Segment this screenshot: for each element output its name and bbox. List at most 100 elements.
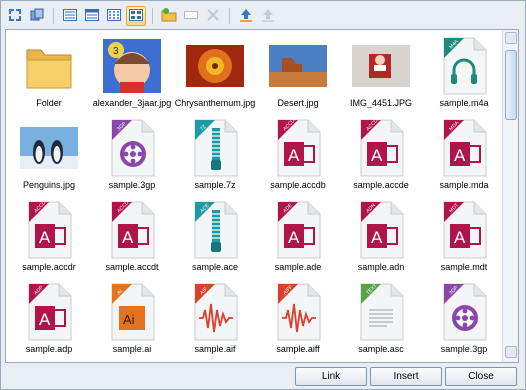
- file-item[interactable]: ACCDB A sample.accdb: [257, 118, 339, 200]
- file-item[interactable]: M4A sample.m4a: [423, 36, 505, 118]
- scroll-down-arrow[interactable]: [505, 346, 517, 358]
- vertical-scrollbar[interactable]: [502, 30, 518, 362]
- file-item[interactable]: Desert.jpg: [257, 36, 339, 118]
- thumbnails-view-button[interactable]: [126, 6, 146, 26]
- delete-button[interactable]: [203, 6, 223, 26]
- rename-icon: [183, 7, 199, 25]
- file-pane: Folder 3 alexander_3jaar.jpg Chrysanthemum.…: [5, 29, 519, 363]
- link-button[interactable]: Link: [295, 367, 367, 386]
- refresh-button[interactable]: [27, 6, 47, 26]
- svg-text:3: 3: [113, 46, 119, 57]
- svg-text:A: A: [288, 228, 300, 247]
- file-name-label: sample.aif: [194, 344, 236, 354]
- illustrator-file-icon: AI Ai: [99, 282, 165, 342]
- access-file-icon: ACCDB A: [265, 118, 331, 178]
- image-thumbnail: [16, 118, 82, 178]
- toolbar-separator: [152, 8, 153, 24]
- file-item[interactable]: ACE sample.ace: [174, 200, 256, 282]
- file-item[interactable]: MDA A sample.mda: [423, 118, 505, 200]
- file-item[interactable]: MDT A sample.mdt: [423, 200, 505, 282]
- image-thumbnail: [265, 36, 331, 96]
- file-item[interactable]: AIF sample.aif: [174, 282, 256, 362]
- file-name-label: sample.3gp: [440, 344, 488, 354]
- wave-file-icon: AIFF: [265, 282, 331, 342]
- rename-button[interactable]: [181, 6, 201, 26]
- thumbnails-view-icon: [128, 7, 144, 25]
- insert-button[interactable]: Insert: [370, 367, 442, 386]
- file-name-label: Desert.jpg: [277, 98, 319, 108]
- svg-text:Ai: Ai: [123, 312, 135, 327]
- file-name-label: sample.m4a: [439, 98, 489, 108]
- file-item[interactable]: ACCDR A sample.accdr: [8, 200, 90, 282]
- file-item[interactable]: AI Ai sample.ai: [91, 282, 173, 362]
- dialog-footer: Link Insert Close: [5, 367, 521, 387]
- file-name-label: sample.ai: [112, 344, 152, 354]
- zip-file-icon: ACE: [182, 200, 248, 260]
- image-thumbnail: [348, 36, 414, 96]
- file-item[interactable]: ACCDE A sample.accde: [340, 118, 422, 200]
- image-thumbnail: 3: [99, 36, 165, 96]
- file-name-label: sample.asc: [358, 344, 404, 354]
- new-folder-icon: [161, 7, 177, 25]
- svg-text:A: A: [122, 228, 134, 247]
- file-name-label: sample.accdt: [105, 262, 159, 272]
- file-name-label: sample.mda: [439, 180, 489, 190]
- list-view-button[interactable]: [60, 6, 80, 26]
- expand-view-button[interactable]: [5, 6, 25, 26]
- file-name-label: sample.adp: [25, 344, 73, 354]
- file-name-label: IMG_4451.JPG: [349, 98, 413, 108]
- file-item[interactable]: Chrysanthemum.jpg: [174, 36, 256, 118]
- svg-text:A: A: [39, 228, 51, 247]
- file-item[interactable]: ADN A sample.adn: [340, 200, 422, 282]
- small-icons-view-button[interactable]: [104, 6, 124, 26]
- video-file-icon: 3GP: [99, 118, 165, 178]
- file-item[interactable]: 3 alexander_3jaar.jpg: [91, 36, 173, 118]
- folder-file-icon: [16, 36, 82, 96]
- file-item[interactable]: ACCDT A sample.accdt: [91, 200, 173, 282]
- zip-file-icon: 7Z: [182, 118, 248, 178]
- file-name-label: sample.3gp: [108, 180, 156, 190]
- details-view-icon: [84, 7, 100, 25]
- file-item[interactable]: Penguins.jpg: [8, 118, 90, 200]
- access-file-icon: ACCDT A: [99, 200, 165, 260]
- access-file-icon: ADN A: [348, 200, 414, 260]
- file-item[interactable]: ADE A sample.ade: [257, 200, 339, 282]
- file-name-label: sample.accdb: [270, 180, 326, 190]
- upload-button[interactable]: [236, 6, 256, 26]
- file-name-label: Penguins.jpg: [22, 180, 76, 190]
- image-thumbnail: [182, 36, 248, 96]
- toolbar: [5, 5, 521, 27]
- upload-disabled-button[interactable]: [258, 6, 278, 26]
- file-name-label: Chrysanthemum.jpg: [174, 98, 256, 108]
- file-name-label: Folder: [36, 98, 62, 108]
- new-folder-button[interactable]: [159, 6, 179, 26]
- file-name-label: sample.accdr: [22, 262, 76, 272]
- file-item[interactable]: Folder: [8, 36, 90, 118]
- details-view-button[interactable]: [82, 6, 102, 26]
- file-name-label: sample.7z: [194, 180, 236, 190]
- svg-text:A: A: [454, 146, 466, 165]
- file-item[interactable]: IMG_4451.JPG: [340, 36, 422, 118]
- scroll-up-arrow[interactable]: [505, 32, 517, 44]
- file-item[interactable]: 3GP sample.3gp: [423, 282, 505, 362]
- file-item[interactable]: TEXT sample.asc: [340, 282, 422, 362]
- small-icons-view-icon: [106, 7, 122, 25]
- access-file-icon: ADE A: [265, 200, 331, 260]
- file-item[interactable]: ADP A sample.adp: [8, 282, 90, 362]
- expand-view-icon: [7, 7, 23, 25]
- file-item[interactable]: 3GP sample.3gp: [91, 118, 173, 200]
- file-item[interactable]: AIFF sample.aiff: [257, 282, 339, 362]
- access-file-icon: ADP A: [16, 282, 82, 342]
- access-file-icon: MDA A: [431, 118, 497, 178]
- file-name-label: sample.accde: [353, 180, 409, 190]
- svg-text:A: A: [39, 310, 51, 329]
- svg-text:A: A: [454, 228, 466, 247]
- close-button[interactable]: Close: [445, 367, 517, 386]
- access-file-icon: ACCDR A: [16, 200, 82, 260]
- scroll-thumb[interactable]: [505, 50, 517, 120]
- svg-text:A: A: [371, 146, 383, 165]
- file-item[interactable]: 7Z sample.7z: [174, 118, 256, 200]
- upload-disabled-icon: [260, 7, 276, 25]
- video-file-icon: 3GP: [431, 282, 497, 342]
- toolbar-separator: [53, 8, 54, 24]
